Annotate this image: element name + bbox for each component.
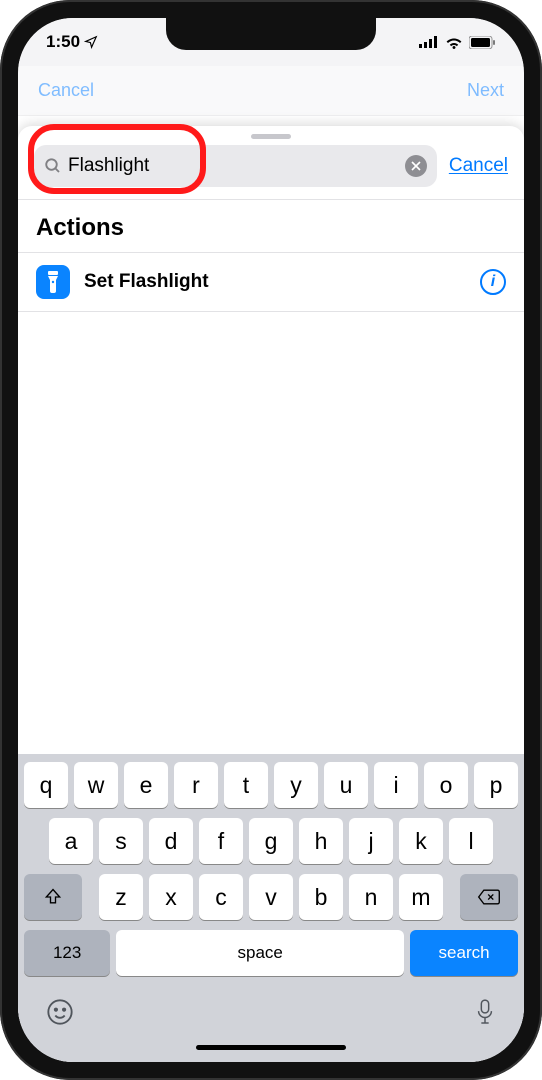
key-p[interactable]: p [474,762,518,808]
search-input[interactable] [68,155,399,177]
backspace-key[interactable] [460,874,518,920]
home-indicator[interactable] [196,1045,346,1050]
key-n[interactable]: n [349,874,393,920]
key-u[interactable]: u [324,762,368,808]
key-l[interactable]: l [449,818,493,864]
key-s[interactable]: s [99,818,143,864]
battery-icon [469,36,496,49]
key-k[interactable]: k [399,818,443,864]
action-row-set-flashlight[interactable]: Set Flashlight i [18,252,524,312]
emoji-icon [46,998,74,1026]
cancel-button[interactable]: Cancel [449,155,508,177]
emoji-button[interactable] [46,998,74,1031]
location-icon [84,35,98,49]
key-o[interactable]: o [424,762,468,808]
cellular-icon [419,36,439,48]
dictation-button[interactable] [474,998,496,1031]
backspace-icon [477,888,501,906]
space-key[interactable]: space [116,930,404,976]
microphone-icon [474,998,496,1026]
key-a[interactable]: a [49,818,93,864]
wifi-icon [445,36,463,49]
info-button[interactable]: i [480,269,506,295]
key-v[interactable]: v [249,874,293,920]
keyboard: qwertyuiop asdfghjkl zxcvbnm 123 space s… [18,754,524,1062]
section-header: Actions [18,200,524,252]
device-notch [166,18,376,50]
clear-button[interactable] [405,155,427,177]
background-nav: Cancel Next [18,66,524,116]
key-f[interactable]: f [199,818,243,864]
key-j[interactable]: j [349,818,393,864]
key-r[interactable]: r [174,762,218,808]
key-i[interactable]: i [374,762,418,808]
search-sheet: Cancel Actions Set Flashlight i qwertyui… [18,126,524,1062]
numbers-key[interactable]: 123 [24,930,110,976]
key-d[interactable]: d [149,818,193,864]
key-t[interactable]: t [224,762,268,808]
flashlight-app-icon [36,265,70,299]
key-c[interactable]: c [199,874,243,920]
search-icon [44,157,62,175]
key-w[interactable]: w [74,762,118,808]
search-key[interactable]: search [410,930,518,976]
bg-nav-right: Next [467,80,504,101]
info-icon: i [491,273,495,291]
key-g[interactable]: g [249,818,293,864]
key-y[interactable]: y [274,762,318,808]
close-icon [411,161,421,171]
shift-key[interactable] [24,874,82,920]
sheet-grabber[interactable] [251,134,291,139]
search-field[interactable] [34,145,437,187]
key-b[interactable]: b [299,874,343,920]
key-m[interactable]: m [399,874,443,920]
status-time: 1:50 [46,32,80,52]
key-q[interactable]: q [24,762,68,808]
key-h[interactable]: h [299,818,343,864]
bg-nav-left: Cancel [38,80,94,101]
key-x[interactable]: x [149,874,193,920]
shift-icon [43,887,63,907]
key-z[interactable]: z [99,874,143,920]
key-e[interactable]: e [124,762,168,808]
action-label: Set Flashlight [84,271,466,293]
